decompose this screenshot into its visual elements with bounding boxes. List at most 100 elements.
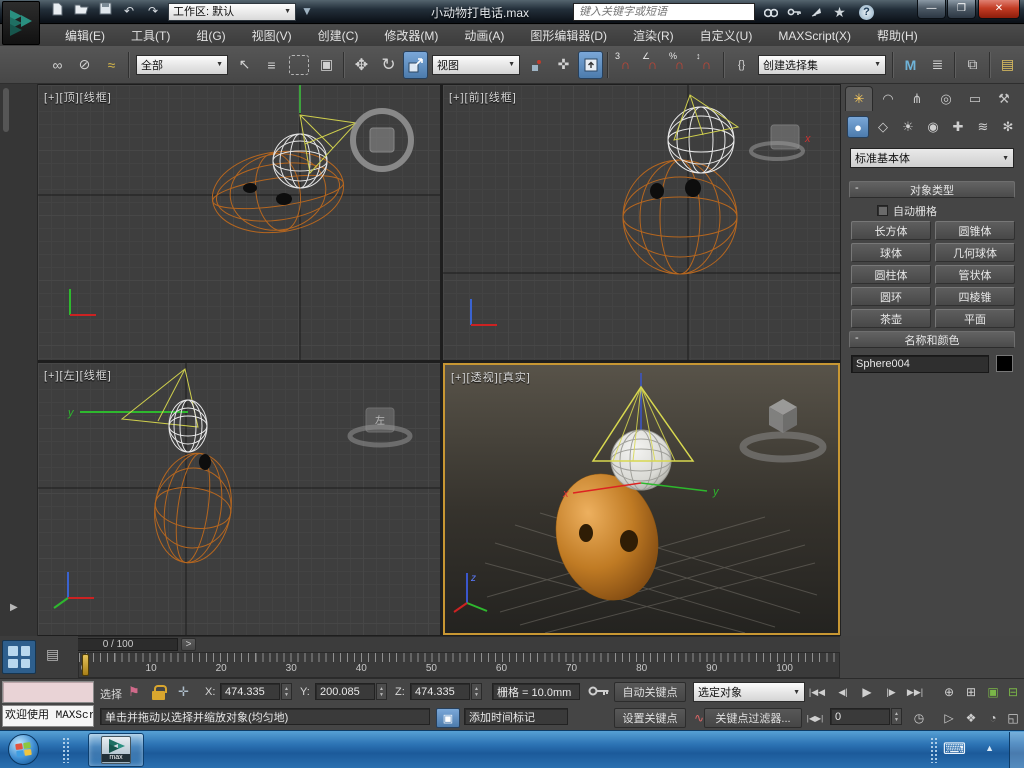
rectangular-selection-region-button[interactable] [289,54,309,75]
menu-item-rendering[interactable]: 渲染(R) [620,25,687,46]
object-name-field[interactable]: Sphere004 [851,355,989,373]
key-filters-button[interactable]: 关键点过滤器... [704,708,802,728]
y-coordinate-field[interactable] [315,683,375,700]
track-bar-ruler[interactable]: 010 2030 4050 6070 8090 100 [78,652,840,678]
reference-coordinate-dropdown[interactable]: 视图 ▼ [432,54,520,75]
pyramid-button[interactable]: 四棱锥 [935,287,1015,306]
play-selected-button[interactable]: ▷ [938,708,960,728]
category-shapes[interactable]: ◇ [872,116,894,138]
selection-filter-dropdown[interactable]: 全部 ▼ [136,54,228,75]
add-time-tag[interactable]: 添加时间标记 [464,708,568,725]
z-spinner[interactable]: ▲ ▼ [471,683,482,700]
y-spinner[interactable]: ▲ ▼ [376,683,387,700]
redo-button[interactable]: ↷ [142,2,164,21]
tab-motion[interactable]: ◎ [932,86,960,111]
frame-spinner[interactable]: ▲ ▼ [891,708,902,725]
play-button[interactable]: ▶ [856,682,878,702]
menu-item-create[interactable]: 创建(C) [305,25,372,46]
current-frame-marker[interactable] [82,654,89,676]
start-button[interactable] [8,734,39,765]
viewport-left[interactable]: [+][左][线框] y 左 [38,363,440,635]
menu-item-maxscript[interactable]: MAXScript(X) [765,27,864,45]
show-desktop-button[interactable] [1009,732,1024,768]
mirror-button[interactable]: M [898,51,923,79]
object-type-rollout-header[interactable]: - 对象类型 [849,181,1015,198]
angle-snap-toggle[interactable]: ∠ ∩ [640,51,665,79]
percent-snap-toggle[interactable]: % ∩ [667,51,692,79]
strip-scrollbar[interactable] [3,88,9,132]
menu-item-help[interactable]: 帮助(H) [864,25,931,46]
menu-item-tools[interactable]: 工具(T) [118,25,183,46]
search-icon[interactable] [760,2,781,22]
save-button[interactable] [94,2,116,21]
torus-button[interactable]: 圆环 [851,287,931,306]
unlink-selection-button[interactable]: ⊘ [72,51,97,79]
use-center-flyout-button[interactable] [524,51,549,79]
panel-expand-arrow[interactable]: ▶ [10,602,18,613]
undo-button[interactable]: ↶ [118,2,140,21]
keyboard-input-icon[interactable]: ⌨ [943,739,966,759]
viewport-perspective-label[interactable]: [+][透视][真实] [451,369,531,385]
new-file-button[interactable] [46,2,68,21]
category-lights[interactable]: ☀ [897,116,919,138]
category-helpers[interactable]: ✚ [947,116,969,138]
category-spacewarps[interactable]: ≋ [972,116,994,138]
select-and-link-button[interactable]: ∞ [45,51,70,79]
category-cameras[interactable]: ◉ [922,116,944,138]
taskbar-3dsmax-button[interactable]: max [88,733,144,767]
plane-button[interactable]: 平面 [935,309,1015,328]
geosphere-button[interactable]: 几何球体 [935,243,1015,262]
select-by-name-button[interactable]: ≡ [259,51,284,79]
menu-item-edit[interactable]: 编辑(E) [52,25,118,46]
selected-filter-dropdown[interactable]: 选定对象 ▼ [693,682,805,702]
category-geometry[interactable]: ● [847,116,869,138]
communication-center-icon[interactable] [806,2,827,22]
zoom-button[interactable]: ⊕ [938,682,960,702]
layer-manager-button[interactable]: ⧉ [960,51,985,79]
tab-modify[interactable]: ◠ [874,86,902,111]
select-and-manipulate-button[interactable]: ✜ [551,51,576,79]
go-to-end-button[interactable]: ▶▶| [904,682,926,702]
minimize-button[interactable]: — [917,0,946,19]
zoom-extents-button[interactable]: ▣ [982,682,1004,702]
viewport-left-label[interactable]: [+][左][线框] [44,367,112,383]
next-frame-button[interactable]: |▶ [880,682,902,702]
tray-show-hidden-icons[interactable]: ▲ [985,743,994,753]
z-coordinate-field[interactable] [410,683,470,700]
select-and-scale-button[interactable] [403,50,428,79]
selection-lock-toggle[interactable] [152,685,167,700]
maxscript-mini-listener[interactable] [2,681,94,703]
align-button[interactable]: ≣ [925,51,950,79]
trackview-mini-button[interactable]: ▤ [46,646,59,663]
viewport-layout-button[interactable] [2,640,36,674]
favorites-icon[interactable]: ★ [829,2,850,22]
menu-item-modifiers[interactable]: 修改器(M) [371,25,451,46]
menu-item-animation[interactable]: 动画(A) [451,25,517,46]
select-and-rotate-button[interactable]: ↻ [376,51,401,79]
maximize-viewport-toggle[interactable]: ◱ [1002,708,1024,728]
keyboard-shortcut-override-toggle[interactable] [578,50,603,79]
autogrid-checkbox[interactable] [877,205,888,216]
menu-item-views[interactable]: 视图(V) [239,25,305,46]
box-button[interactable]: 长方体 [851,221,931,240]
category-systems[interactable]: ✻ [997,116,1019,138]
key-icon[interactable] [783,2,804,22]
teapot-button[interactable]: 茶壶 [851,309,931,328]
pin-stack-icon[interactable]: ⚑ [128,684,140,700]
key-mode-toggle[interactable]: |◀▶| [804,708,826,728]
app-logo[interactable] [2,1,40,45]
named-selection-sets-dropdown[interactable]: 创建选择集 ▼ [758,54,886,75]
help-icon[interactable]: ? [856,2,877,22]
absolute-mode-toggle[interactable]: ✛ [178,684,189,700]
workspace-dropdown[interactable]: 工作区: 默认 ▼ [168,3,296,21]
tab-hierarchy[interactable]: ⋔ [903,86,931,111]
cylinder-button[interactable]: 圆柱体 [851,265,931,284]
x-coordinate-field[interactable] [220,683,280,700]
spinner-snap-toggle[interactable]: ↕ ∩ [694,51,719,79]
pan-button[interactable]: ❖ [960,708,982,728]
viewport-front[interactable]: [+][前][线框] x [443,85,840,360]
maxscript-welcome[interactable]: 欢迎使用 MAXScript [2,705,94,727]
x-spinner[interactable]: ▲ ▼ [281,683,292,700]
snap-toggle-3d-button[interactable]: 3 ∩ [613,51,638,79]
viewport-perspective[interactable]: [+][透视][真实] x y z [443,363,840,635]
